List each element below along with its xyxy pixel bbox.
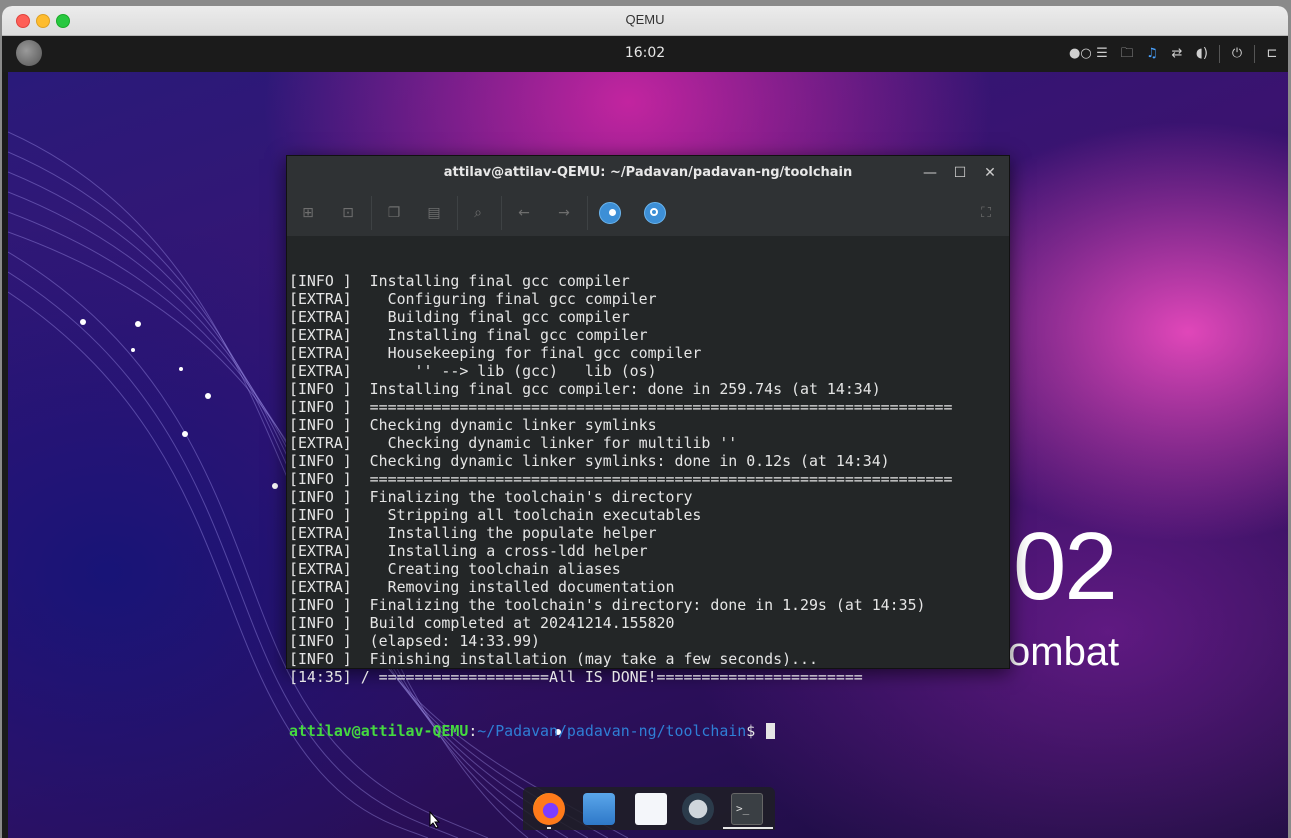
terminal-line: [EXTRA] '' --> lib (gcc) lib (os): [289, 362, 657, 380]
folder-icon[interactable]: 🗀: [1119, 44, 1135, 64]
search-icon[interactable]: ⌕: [467, 202, 489, 224]
terminal-line: [INFO ] ================================…: [289, 470, 953, 488]
sidebar-icon[interactable]: ⊏: [1264, 44, 1280, 64]
qemu-title: QEMU: [625, 12, 665, 27]
fullscreen-icon[interactable]: ⛶: [975, 202, 997, 224]
volume-icon[interactable]: ◖): [1194, 44, 1210, 64]
text-editor-icon[interactable]: [635, 793, 667, 825]
copy-icon[interactable]: ❐: [383, 202, 405, 224]
terminal-line: [INFO ] Finishing installation (may take…: [289, 650, 818, 668]
prompt-colon: :: [468, 722, 478, 740]
terminal-line: [INFO ] (elapsed: 14:33.99): [289, 632, 541, 650]
toolbar-separator: [371, 196, 372, 230]
steam-icon[interactable]: [682, 793, 714, 825]
network-icon[interactable]: ⇄: [1169, 44, 1185, 64]
minimize-icon[interactable]: —: [919, 162, 941, 184]
help-lifebuoy-icon[interactable]: [644, 202, 666, 224]
terminal-title: attilav@attilav-QEMU: ~/Padavan/padavan-…: [443, 165, 853, 180]
paste-icon[interactable]: ▤: [423, 202, 445, 224]
tray-divider: [1254, 45, 1255, 63]
qemu-titlebar[interactable]: QEMU: [2, 6, 1288, 36]
terminal-line: [INFO ] Finalizing the toolchain's direc…: [289, 596, 926, 614]
terminal-line: [EXTRA] Removing installed documentation: [289, 578, 675, 596]
terminal-output[interactable]: [INFO ] Installing final gcc compiler [EX…: [289, 236, 1005, 776]
active-indicator: [723, 827, 773, 829]
terminal-titlebar[interactable]: attilav@attilav-QEMU: ~/Padavan/padavan-…: [287, 156, 1009, 190]
forward-arrow-icon[interactable]: →: [553, 202, 575, 224]
terminal-line: [INFO ] Installing final gcc compiler: d…: [289, 380, 881, 398]
running-indicator: [547, 827, 551, 829]
terminal-line: [EXTRA] Installing final gcc compiler: [289, 326, 648, 344]
desktop-clock-widget: 02: [1013, 513, 1118, 620]
mouse-pointer-icon: [429, 811, 441, 829]
terminal-line: [EXTRA] Configuring final gcc compiler: [289, 290, 657, 308]
terminal-line: [EXTRA] Installing a cross-ldd helper: [289, 542, 648, 560]
tray-divider: [1219, 45, 1220, 63]
guest-top-panel: 16:02 ●○ ☰ 🗀 ♫ ⇄ ◖) ⏻ ⊏: [2, 36, 1288, 72]
menu-icon[interactable]: ☰: [1094, 44, 1110, 64]
toggle-icon[interactable]: [599, 202, 621, 224]
files-icon[interactable]: [583, 793, 615, 825]
terminal-line: [INFO ] Checking dynamic linker symlinks: [289, 416, 657, 434]
terminal-window[interactable]: attilav@attilav-QEMU: ~/Padavan/padavan-…: [286, 155, 1010, 740]
new-tab-icon[interactable]: ⊞: [297, 202, 319, 224]
text-cursor: [766, 723, 776, 739]
terminal-line: [INFO ] Stripping all toolchain executab…: [289, 506, 702, 524]
prompt-path: ~/Padavan/padavan-ng/toolchain: [477, 722, 747, 740]
terminal-lines: [INFO ] Installing final gcc compiler [EX…: [289, 272, 1005, 686]
terminal-line: [EXTRA] Checking dynamic linker for mult…: [289, 434, 738, 452]
terminal-line: [INFO ] ================================…: [289, 398, 953, 416]
close-icon[interactable]: ✕: [979, 162, 1001, 184]
terminal-icon[interactable]: >_: [731, 793, 763, 825]
power-icon[interactable]: ⏻: [1229, 44, 1245, 64]
desktop-date-widget: ombat: [1008, 630, 1120, 674]
terminal-toolbar: ⊞ ⊡ ❐ ▤ ⌕ ← → ⛶: [287, 190, 1009, 236]
terminal-line: [EXTRA] Housekeeping for final gcc compi…: [289, 344, 702, 362]
toolbar-separator: [457, 196, 458, 230]
prompt-symbol: $: [746, 722, 765, 740]
prompt-user-host: attilav@attilav-QEMU: [289, 722, 469, 740]
back-arrow-icon[interactable]: ←: [513, 202, 535, 224]
workspace-dots-icon[interactable]: ●○: [1069, 44, 1092, 64]
dock: >_: [523, 787, 775, 830]
terminal-line: [EXTRA] Installing the populate helper: [289, 524, 657, 542]
toolbar-separator: [587, 196, 588, 230]
firefox-icon[interactable]: [533, 793, 565, 825]
terminal-line: [INFO ] Installing final gcc compiler: [289, 272, 630, 290]
terminal-line: [EXTRA] Building final gcc compiler: [289, 308, 630, 326]
maximize-icon[interactable]: ☐: [949, 162, 971, 184]
toolbar-separator: [501, 196, 502, 230]
terminal-line: [14:35] / ===================All IS DONE…: [289, 668, 863, 686]
new-window-icon[interactable]: ⊡: [337, 202, 359, 224]
terminal-prompt-line[interactable]: attilav@attilav-QEMU:~/Padavan/padavan-n…: [289, 722, 1005, 740]
terminal-line: [INFO ] Build completed at 20241214.1558…: [289, 614, 675, 632]
system-tray: ●○ ☰ 🗀 ♫ ⇄ ◖) ⏻ ⊏: [1069, 44, 1280, 64]
terminal-line: [EXTRA] Creating toolchain aliases: [289, 560, 621, 578]
terminal-line: [INFO ] Finalizing the toolchain's direc…: [289, 488, 693, 506]
terminal-line: [INFO ] Checking dynamic linker symlinks…: [289, 452, 890, 470]
bell-icon[interactable]: ♫: [1144, 44, 1160, 64]
